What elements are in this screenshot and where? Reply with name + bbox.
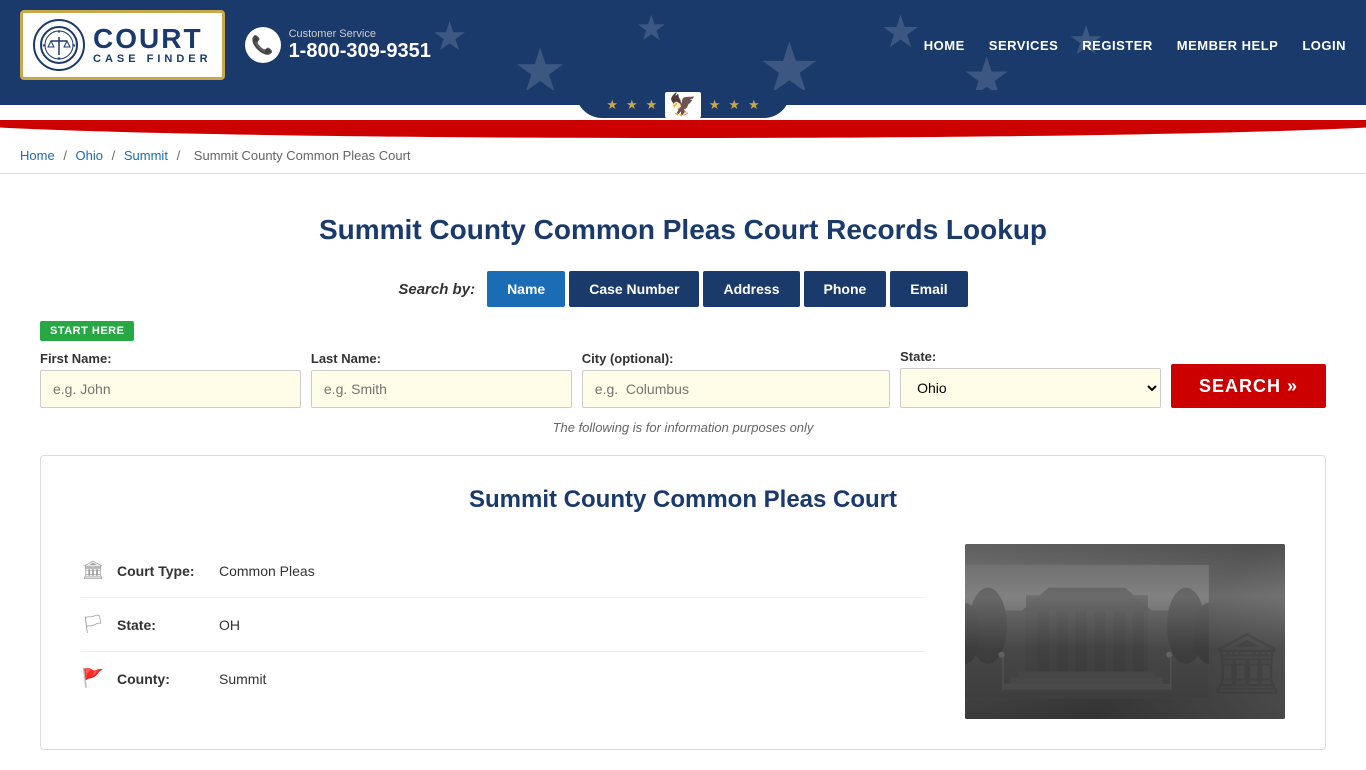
nav-services[interactable]: SERVICES [989, 38, 1059, 53]
court-type-label: Court Type: [117, 563, 207, 579]
first-name-label: First Name: [40, 351, 301, 366]
breadcrumb-current: Summit County Common Pleas Court [194, 148, 411, 163]
search-by-label: Search by: [398, 281, 475, 298]
stars-banner: ★ ★ ★ 🦅 ★ ★ ★ [0, 90, 1366, 120]
tab-address[interactable]: Address [703, 271, 799, 307]
nav-member-help[interactable]: MEMBER HELP [1177, 38, 1279, 53]
court-type-value: Common Pleas [219, 563, 315, 579]
county-icon: 🚩 [81, 668, 105, 689]
breadcrumb-summit[interactable]: Summit [124, 148, 168, 163]
svg-text:★: ★ [42, 43, 47, 49]
breadcrumb: Home / Ohio / Summit / Summit County Com… [0, 138, 1366, 174]
header-left: ★ ★ ★ ★ COURT CASE FINDER 📞 Customer [20, 10, 431, 80]
county-value: Summit [219, 671, 266, 687]
eagle-symbol: 🦅 [665, 92, 700, 118]
first-name-field: First Name: [40, 351, 301, 408]
state-value: OH [219, 617, 240, 633]
county-label: County: [117, 671, 207, 687]
tab-name[interactable]: Name [487, 271, 565, 307]
nav-login[interactable]: LOGIN [1302, 38, 1346, 53]
star-right-3: ★ [748, 97, 760, 113]
main-nav: HOME SERVICES REGISTER MEMBER HELP LOGIN [924, 38, 1346, 53]
city-label: City (optional): [582, 351, 890, 366]
phone-number: 1-800-309-9351 [289, 40, 431, 63]
svg-text:★: ★ [72, 43, 77, 49]
nav-home[interactable]: HOME [924, 38, 965, 53]
state-label: State: [900, 349, 1161, 364]
breadcrumb-sep-3: / [177, 148, 184, 163]
search-by-row: Search by: Name Case Number Address Phon… [40, 271, 1326, 307]
court-type-icon: 🏛 [81, 560, 105, 581]
page-title: Summit County Common Pleas Court Records… [40, 214, 1326, 246]
city-input[interactable] [582, 370, 890, 408]
county-row: 🚩 County: Summit [81, 652, 925, 705]
phone-icon: 📞 [245, 27, 281, 63]
court-image-placeholder [965, 544, 1285, 719]
state-field: State: Ohio Alabama Alaska Arizona Calif… [900, 349, 1161, 408]
nav-register[interactable]: REGISTER [1082, 38, 1152, 53]
city-field: City (optional): [582, 351, 890, 408]
breadcrumb-sep-1: / [63, 148, 70, 163]
court-type-row: 🏛 Court Type: Common Pleas [81, 544, 925, 598]
star-left-1: ★ [606, 97, 618, 113]
star-left-3: ★ [646, 97, 658, 113]
last-name-field: Last Name: [311, 351, 572, 408]
court-details: 🏛 Court Type: Common Pleas 🏳 State: OH 🚩… [81, 544, 925, 719]
logo-case-finder-label: CASE FINDER [93, 53, 212, 65]
eagle-arch: ★ ★ ★ 🦅 ★ ★ ★ [576, 92, 789, 118]
site-header: ★ ★ ★ ★ ★ ★ ★ ★ ★ ★ ★ [0, 0, 1366, 90]
last-name-input[interactable] [311, 370, 572, 408]
last-name-label: Last Name: [311, 351, 572, 366]
first-name-input[interactable] [40, 370, 301, 408]
breadcrumb-sep-2: / [112, 148, 119, 163]
svg-text:★: ★ [57, 29, 62, 35]
phone-block: 📞 Customer Service 1-800-309-9351 [245, 27, 431, 63]
court-info-section: Summit County Common Pleas Court 🏛 Court… [40, 455, 1326, 750]
state-select[interactable]: Ohio Alabama Alaska Arizona California F… [900, 368, 1161, 408]
state-label-detail: State: [117, 617, 207, 633]
phone-text: Customer Service 1-800-309-9351 [289, 28, 431, 63]
breadcrumb-ohio[interactable]: Ohio [76, 148, 103, 163]
tab-phone[interactable]: Phone [804, 271, 887, 307]
red-wave-container [0, 120, 1366, 138]
star-left-2: ★ [626, 97, 638, 113]
court-info-title: Summit County Common Pleas Court [81, 486, 1285, 514]
tab-case-number[interactable]: Case Number [569, 271, 699, 307]
logo-text: COURT CASE FINDER [93, 25, 212, 65]
star-right-1: ★ [709, 97, 721, 113]
search-form: First Name: Last Name: City (optional): … [40, 349, 1326, 408]
tab-email[interactable]: Email [890, 271, 967, 307]
main-content: Summit County Common Pleas Court Records… [0, 174, 1366, 770]
state-row: 🏳 State: OH [81, 598, 925, 652]
logo-emblem: ★ ★ ★ ★ [33, 19, 85, 71]
svg-text:★: ★ [57, 56, 62, 62]
breadcrumb-home[interactable]: Home [20, 148, 55, 163]
start-here-badge: START HERE [40, 321, 134, 341]
state-icon: 🏳 [81, 614, 105, 635]
star-right-2: ★ [728, 97, 740, 113]
site-logo[interactable]: ★ ★ ★ ★ COURT CASE FINDER [20, 10, 225, 80]
logo-court-label: COURT [93, 25, 212, 53]
court-info-body: 🏛 Court Type: Common Pleas 🏳 State: OH 🚩… [81, 544, 1285, 719]
phone-label: Customer Service [289, 28, 431, 40]
search-button[interactable]: SEARCH » [1171, 364, 1326, 408]
info-note: The following is for information purpose… [40, 420, 1326, 435]
court-image [965, 544, 1285, 719]
red-wave [0, 120, 1366, 138]
